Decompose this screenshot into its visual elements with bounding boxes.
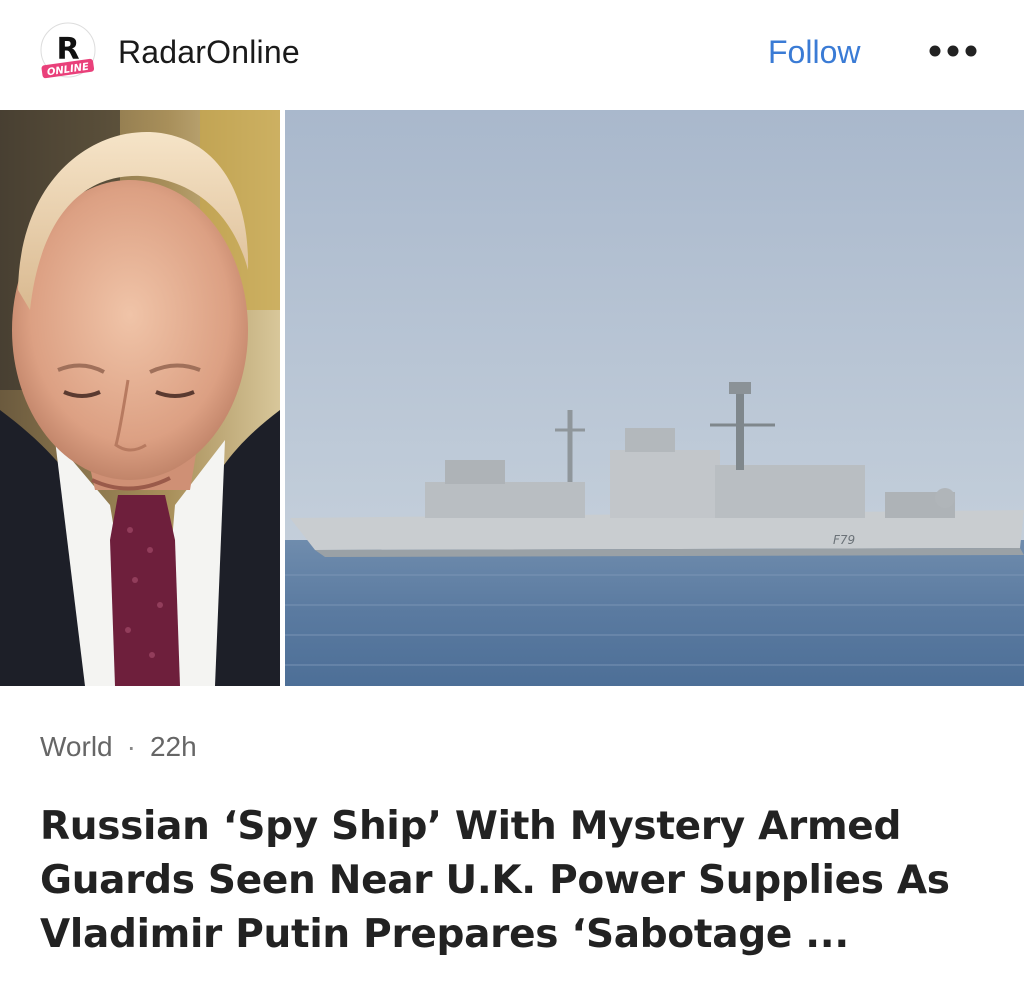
hero-images[interactable]: F79	[0, 110, 1024, 686]
article-header: R ONLINE RadarOnline Follow	[0, 0, 1024, 108]
publisher-logo[interactable]: R ONLINE	[36, 22, 100, 82]
more-dots-icon[interactable]	[926, 40, 980, 62]
follow-button[interactable]: Follow	[768, 32, 860, 72]
article-headline[interactable]: Russian ‘Spy Ship’ With Mystery Armed Gu…	[40, 800, 1000, 962]
hull-number: F79	[833, 533, 855, 547]
category-label[interactable]: World	[40, 731, 113, 762]
article-meta: World · 22h	[40, 730, 197, 764]
publisher-name[interactable]: RadarOnline	[118, 32, 300, 72]
timestamp: 22h	[149, 731, 197, 762]
warship-photo[interactable]: F79	[285, 110, 1024, 686]
meta-separator: ·	[126, 731, 136, 762]
portrait-photo[interactable]	[0, 110, 280, 686]
